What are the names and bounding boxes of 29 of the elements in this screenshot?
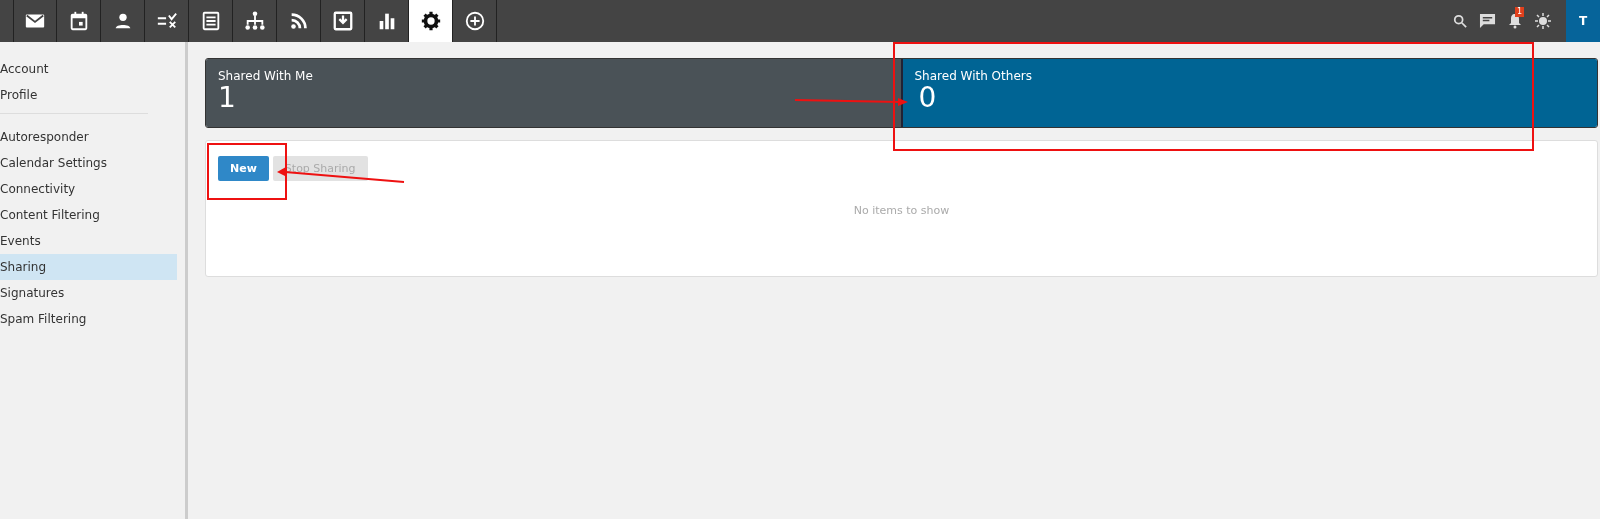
user-avatar[interactable]: T <box>1566 0 1600 42</box>
sidebar-item[interactable]: Calendar Settings <box>0 150 177 176</box>
stat-value: 0 <box>917 83 937 113</box>
notification-badge: 1 <box>1515 7 1525 17</box>
chat-icon[interactable] <box>1479 13 1496 29</box>
sidebar-item[interactable]: Account <box>0 56 177 82</box>
nav-tab[interactable] <box>409 0 453 42</box>
sidebar-item[interactable]: Autoresponder <box>0 124 177 150</box>
stat-card[interactable]: Shared With Others 0 <box>900 59 1597 127</box>
hierarchy-icon <box>243 10 266 32</box>
sidebar-item[interactable]: Profile <box>0 82 177 108</box>
sidebar-item[interactable]: Spam Filtering <box>0 306 177 332</box>
stat-label: Shared With Me <box>218 69 313 83</box>
sidebar-item[interactable]: Signatures <box>0 280 177 306</box>
plus-circle-icon <box>463 10 486 32</box>
sidebar-item[interactable]: Connectivity <box>0 176 177 202</box>
search-icon[interactable] <box>1453 14 1467 28</box>
toolbar-button[interactable]: New <box>218 156 269 181</box>
sidebar-item[interactable]: Events <box>0 228 177 254</box>
stat-card[interactable]: Shared With Me 1 <box>206 59 901 127</box>
sidebar-item[interactable]: Sharing <box>0 254 177 280</box>
settings-icon <box>419 10 442 32</box>
stat-label: Shared With Others <box>914 69 1032 83</box>
sidebar-item[interactable]: Content Filtering <box>0 202 177 228</box>
nav-tab[interactable] <box>13 0 57 42</box>
empty-message: No items to show <box>852 204 951 217</box>
sun-icon[interactable] <box>1534 12 1552 30</box>
stat-value: 1 <box>218 83 236 113</box>
inbox-icon <box>331 10 354 32</box>
